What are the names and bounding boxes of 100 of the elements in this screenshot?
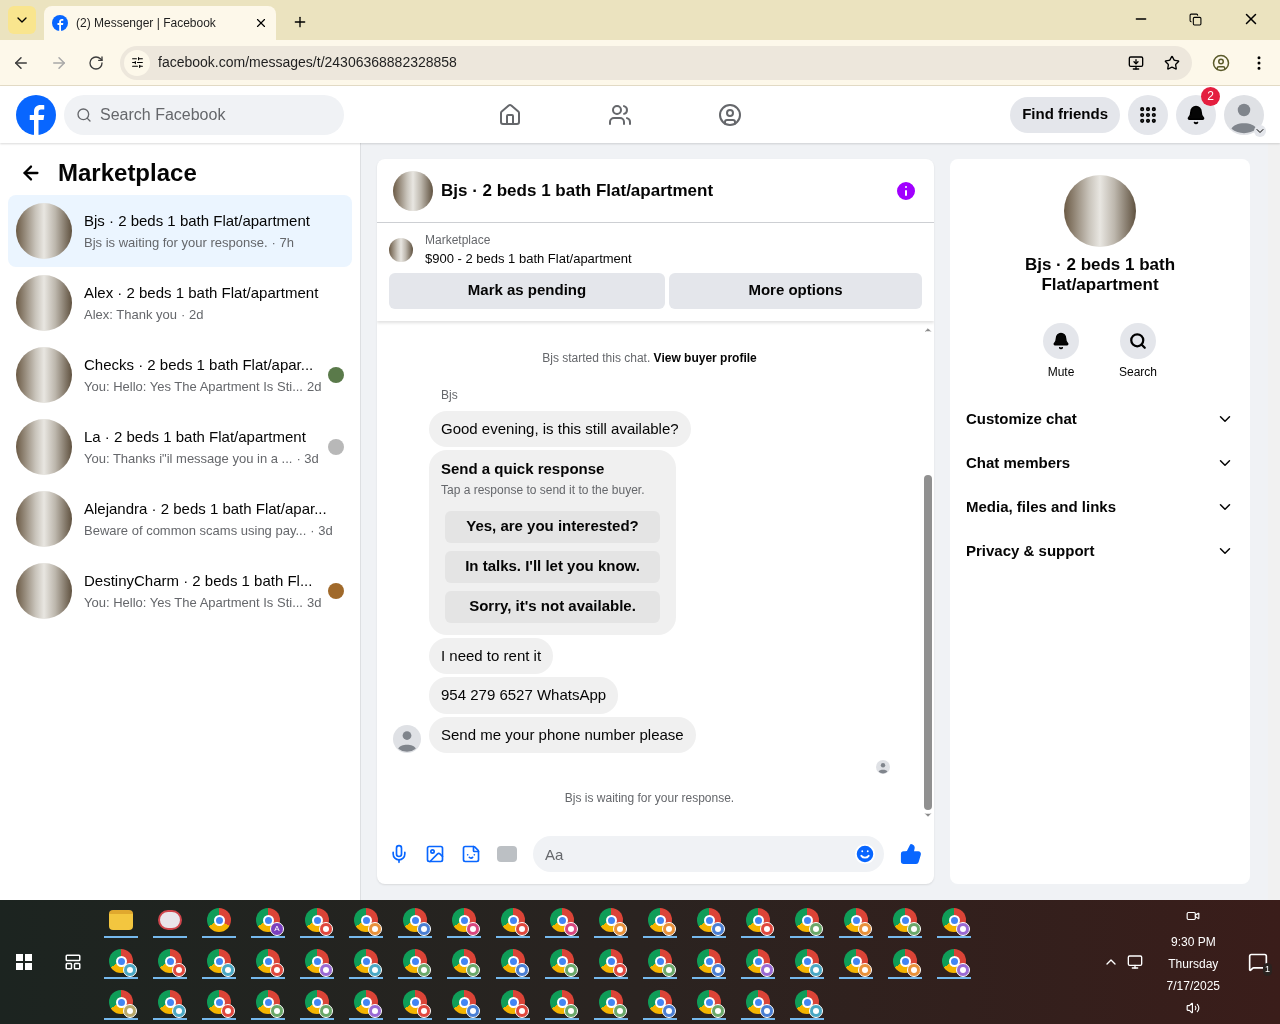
close-icon[interactable] xyxy=(254,16,268,30)
task-view-icon[interactable] xyxy=(64,953,82,971)
site-settings-icon[interactable] xyxy=(130,56,144,69)
reload-icon[interactable] xyxy=(88,54,104,71)
chat-title: Bjs · 2 beds 1 bath Flat/apartment xyxy=(441,179,715,202)
conversation-item[interactable]: Alejandra · 2 beds 1 bath Flat/apar... Beware of common scams using pay... · 3d xyxy=(8,483,352,555)
browser-tab[interactable]: (2) Messenger | Facebook xyxy=(44,6,276,40)
photo-placeholder xyxy=(16,563,72,619)
volume-icon[interactable] xyxy=(1186,1001,1201,1015)
section-row[interactable]: Privacy & support xyxy=(966,529,1234,573)
url-text: facebook.com/messages/t/24306368882328858 xyxy=(158,53,458,72)
home-icon[interactable] xyxy=(498,102,522,127)
waiting-status: Bjs is waiting for your response. xyxy=(563,790,736,807)
message-bubble: Send me your phone number please xyxy=(429,716,696,753)
network-icon[interactable] xyxy=(1126,954,1143,970)
conversation-item[interactable]: DestinyCharm · 2 beds 1 bath Fl... You: Hello: Yes The Apartment Is Sti... 3d xyxy=(8,555,352,627)
tab-list-button[interactable] xyxy=(8,6,36,34)
conversation-item[interactable]: Alex · 2 beds 1 bath Flat/apartment Alex: Thank you · 2d xyxy=(8,267,352,339)
card-title: Send a quick response xyxy=(441,459,606,479)
start-icon[interactable] xyxy=(16,954,32,970)
message-bubble: Good evening, is this still available? xyxy=(429,410,691,447)
section-row[interactable]: Chat members xyxy=(966,441,1234,485)
conversation-item[interactable]: Bjs · 2 beds 1 bath Flat/apartment Bjs is waiting for your response. · 7h xyxy=(8,195,352,267)
notification-center-icon[interactable] xyxy=(1248,952,1268,972)
message-preview: Alex: Thank you xyxy=(84,305,177,324)
tab-title: (2) Messenger | Facebook xyxy=(76,15,217,32)
conversation-item[interactable]: La · 2 beds 1 bath Flat/apartment You: Thanks i"il message you in a ... · 3d xyxy=(8,411,352,483)
profile-icon[interactable] xyxy=(1212,53,1230,72)
photo-placeholder xyxy=(389,237,413,262)
find-friends-button[interactable]: Find friends xyxy=(1010,96,1120,133)
conversation-title: DestinyCharm · 2 beds 1 bath Fl... xyxy=(84,571,314,591)
conversation-title: Alex · 2 beds 1 bath Flat/apartment xyxy=(84,283,320,303)
scroll-down-icon[interactable] xyxy=(923,810,933,820)
buyer-profile-link[interactable]: View buyer profile xyxy=(653,350,757,365)
conversation-title: Bjs · 2 beds 1 bath Flat/apartment xyxy=(84,211,311,231)
listing-label: Marketplace xyxy=(425,232,492,249)
menu-button[interactable] xyxy=(1128,94,1168,135)
listing-action-button[interactable]: More options xyxy=(669,272,922,309)
restore-icon[interactable] xyxy=(1189,12,1202,26)
bell-icon xyxy=(1186,104,1206,125)
photo-placeholder xyxy=(16,347,72,403)
quick-reply-button[interactable]: In talks. I'll let you know. xyxy=(445,550,660,583)
sticker-icon[interactable] xyxy=(461,844,481,864)
camera-icon[interactable] xyxy=(1186,909,1201,923)
person-avatar-icon xyxy=(1224,94,1264,135)
bell-icon xyxy=(1052,332,1070,350)
sidebar-title: Marketplace xyxy=(58,158,197,188)
friends-icon[interactable] xyxy=(608,102,632,127)
quick-reply-button[interactable]: Yes, are you interested? xyxy=(445,510,660,543)
scrollbar-thumb[interactable] xyxy=(924,474,932,810)
bookmark-star-icon[interactable] xyxy=(1164,54,1180,71)
search-icon xyxy=(1129,332,1147,350)
message-preview: Bjs is waiting for your response. xyxy=(84,233,268,252)
message-preview: Beware of common scams using pay... xyxy=(84,521,307,540)
facebook-logo-icon xyxy=(52,15,68,31)
info-title: Bjs · 2 beds 1 bath Flat/apartment xyxy=(1023,255,1177,295)
microphone-icon[interactable] xyxy=(389,844,409,864)
listing-action-button[interactable]: Mark as pending xyxy=(389,272,665,309)
section-row[interactable]: Media, files and links xyxy=(966,485,1234,529)
message-preview: You: Hello: Yes The Apartment Is Sti... xyxy=(84,593,303,612)
message-time: 3d xyxy=(306,593,322,612)
notification-count: 1 xyxy=(1263,962,1272,976)
conversation-title: La · 2 beds 1 bath Flat/apartment xyxy=(84,427,307,447)
message-time: · 3d xyxy=(310,521,333,540)
conversation-title: Alejandra · 2 beds 1 bath Flat/apar... xyxy=(84,499,328,519)
message-bubble: I need to rent it xyxy=(429,637,554,674)
groups-icon[interactable] xyxy=(718,102,742,127)
message-time: · 7h xyxy=(271,233,294,252)
message-bubble: 954 279 6527 WhatsApp xyxy=(429,677,619,714)
like-icon[interactable] xyxy=(900,843,922,865)
clock-date: 7/17/2025 xyxy=(1166,978,1220,995)
clock-time: 9:30 PM xyxy=(1170,934,1216,951)
install-icon[interactable] xyxy=(1128,54,1144,71)
search-field[interactable]: Search Facebook xyxy=(64,94,344,135)
section-row[interactable]: Customize chat xyxy=(966,397,1234,441)
conversation-title: Checks · 2 beds 1 bath Flat/apar... xyxy=(84,355,315,375)
emoji-icon[interactable] xyxy=(854,843,876,865)
person-avatar-icon xyxy=(876,760,890,774)
facebook-logo-icon[interactable] xyxy=(16,94,56,135)
grid-icon xyxy=(1138,104,1158,125)
notification-badge: 2 xyxy=(1201,86,1220,106)
search-icon xyxy=(76,106,92,123)
listing-text: $900 - 2 beds 1 bath Flat/apartment xyxy=(425,250,632,268)
message-time: · 3d xyxy=(296,449,319,468)
person-avatar-icon xyxy=(393,725,421,753)
photo-placeholder xyxy=(16,203,72,259)
message-input[interactable]: Aa xyxy=(533,836,884,872)
chat-started-text: Bjs started this chat. View buyer profile xyxy=(541,349,758,367)
photo-placeholder xyxy=(16,491,72,547)
message-preview: You: Thanks i"il message you in a ... xyxy=(84,449,293,468)
photo-icon[interactable] xyxy=(425,844,445,864)
address-field[interactable]: facebook.com/messages/t/24306368882328858 xyxy=(120,45,1192,80)
photo-placeholder xyxy=(393,170,433,211)
new-tab-icon[interactable] xyxy=(292,14,308,30)
photo-placeholder xyxy=(16,419,72,475)
message-time: 2d xyxy=(306,377,322,396)
clock-day: Thursday xyxy=(1168,953,1219,975)
quick-reply-button[interactable]: Sorry, it's not available. xyxy=(445,590,660,623)
conversation-item[interactable]: Checks · 2 beds 1 bath Flat/apar... You: Hello: Yes The Apartment Is Sti... 2d xyxy=(8,339,352,411)
photo-placeholder xyxy=(16,275,72,331)
